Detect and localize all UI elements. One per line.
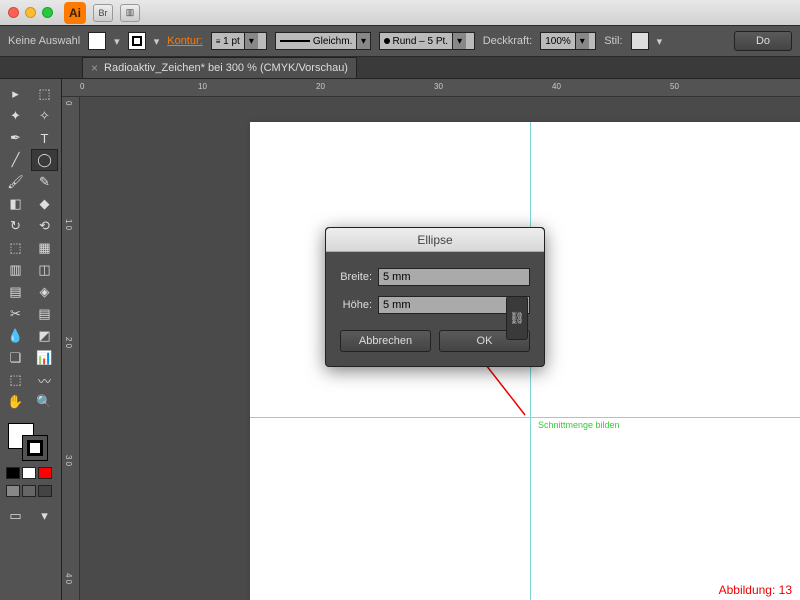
- color-picker[interactable]: [2, 421, 59, 463]
- tool-5-0[interactable]: ◧: [2, 193, 29, 215]
- tool-0-0[interactable]: ▸: [2, 83, 29, 105]
- width-input[interactable]: [378, 268, 530, 286]
- guide-horizontal[interactable]: [250, 417, 800, 418]
- tool-13-1[interactable]: 〰: [31, 369, 58, 391]
- tool-8-1[interactable]: ◫: [31, 259, 58, 281]
- tool-7-1[interactable]: ▦: [31, 237, 58, 259]
- screen-mode-b[interactable]: [22, 485, 36, 497]
- brush-dropdown[interactable]: Rund – 5 Pt.▾: [379, 32, 475, 50]
- tab-close-icon[interactable]: ×: [91, 61, 98, 75]
- height-label: Höhe:: [340, 299, 372, 311]
- tool-8-0[interactable]: ▥: [2, 259, 29, 281]
- document-tab-label: Radioaktiv_Zeichen* bei 300 % (CMYK/Vors…: [104, 62, 348, 74]
- tool-4-1[interactable]: ✎: [31, 171, 58, 193]
- dialog-title: Ellipse: [326, 228, 544, 252]
- kontur-label[interactable]: Kontur:: [167, 35, 202, 47]
- ellipse-dialog: Ellipse Breite: Höhe: ⛓ Abbrechen OK: [325, 227, 545, 367]
- stroke-color[interactable]: [22, 435, 48, 461]
- tool-10-0[interactable]: ✂: [2, 303, 29, 325]
- tool-14-1[interactable]: 🔍: [31, 391, 58, 413]
- figure-label: Abbildung: 13: [719, 583, 792, 597]
- selection-status: Keine Auswahl: [8, 35, 80, 47]
- toolbox: ▸⬚✦✧✒T╱◯🖌✎◧◆↻⟲⬚▦▥◫▤◈✂▤💧◩❏📊⬚〰✋🔍 ▭ ▾: [0, 79, 62, 600]
- horizontal-ruler[interactable]: 01020304050: [62, 79, 800, 97]
- main-area: ▸⬚✦✧✒T╱◯🖌✎◧◆↻⟲⬚▦▥◫▤◈✂▤💧◩❏📊⬚〰✋🔍 ▭ ▾ 01020…: [0, 79, 800, 600]
- opacity-dropdown[interactable]: 100%▾: [540, 32, 596, 50]
- document-tab-bar: × Radioaktiv_Zeichen* bei 300 % (CMYK/Vo…: [0, 57, 800, 79]
- intersect-label: Schnittmenge bilden: [538, 420, 620, 430]
- screen-toggle[interactable]: ▭: [2, 505, 29, 527]
- close-icon[interactable]: [8, 7, 19, 18]
- color-mode-row: [2, 465, 59, 481]
- tool-9-0[interactable]: ▤: [2, 281, 29, 303]
- tool-1-0[interactable]: ✦: [2, 105, 29, 127]
- tool-14-0[interactable]: ✋: [2, 391, 29, 413]
- width-label: Breite:: [340, 271, 372, 283]
- vertical-ruler[interactable]: 01 02 03 04 0: [62, 97, 80, 600]
- mini-color-0[interactable]: [6, 467, 20, 479]
- app-logo-icon: Ai: [64, 2, 86, 24]
- tool-1-1[interactable]: ✧: [31, 105, 58, 127]
- tool-4-0[interactable]: 🖌: [2, 171, 29, 193]
- window-titlebar: Ai Br ▥: [0, 0, 800, 25]
- zoom-icon[interactable]: [42, 7, 53, 18]
- link-dimensions-button[interactable]: ⛓: [506, 296, 528, 340]
- canvas[interactable]: Schnittmenge bilden Ellipse Breite: Höhe…: [80, 97, 800, 600]
- tool-13-0[interactable]: ⬚: [2, 369, 29, 391]
- tool-6-1[interactable]: ⟲: [31, 215, 58, 237]
- cancel-button[interactable]: Abbrechen: [340, 330, 431, 352]
- document-tab[interactable]: × Radioaktiv_Zeichen* bei 300 % (CMYK/Vo…: [82, 57, 357, 78]
- tool-11-0[interactable]: 💧: [2, 325, 29, 347]
- bridge-button[interactable]: Br: [93, 4, 113, 22]
- tool-5-1[interactable]: ◆: [31, 193, 58, 215]
- tool-12-1[interactable]: 📊: [31, 347, 58, 369]
- window-controls: [8, 7, 53, 18]
- tool-2-1[interactable]: T: [31, 127, 58, 149]
- fill-swatch[interactable]: [88, 32, 106, 50]
- tool-3-1[interactable]: ◯: [31, 149, 58, 171]
- control-bar: Keine Auswahl ▾ ▾ Kontur: ≡ 1 pt▾ Gleich…: [0, 25, 800, 57]
- screen-mode-c[interactable]: [38, 485, 52, 497]
- tool-2-0[interactable]: ✒: [2, 127, 29, 149]
- tool-9-1[interactable]: ◈: [31, 281, 58, 303]
- stroke-swatch[interactable]: [128, 32, 146, 50]
- work-area: 01020304050 01 02 03 04 0 Schnittmenge b…: [62, 79, 800, 600]
- stil-label: Stil:: [604, 35, 622, 47]
- tool-6-0[interactable]: ↻: [2, 215, 29, 237]
- tool-12-0[interactable]: ❏: [2, 347, 29, 369]
- doc-setup-button[interactable]: Do: [734, 31, 792, 51]
- screen-mode-row: [2, 483, 59, 499]
- screen-mode-a[interactable]: [6, 485, 20, 497]
- minimize-icon[interactable]: [25, 7, 36, 18]
- mini-color-1[interactable]: [22, 467, 36, 479]
- arrange-button[interactable]: ▥: [120, 4, 140, 22]
- tool-0-1[interactable]: ⬚: [31, 83, 58, 105]
- stroke-weight-dropdown[interactable]: ≡ 1 pt▾: [211, 32, 267, 50]
- tool-3-0[interactable]: ╱: [2, 149, 29, 171]
- deckkraft-label: Deckkraft:: [483, 35, 533, 47]
- mini-color-2[interactable]: [38, 467, 52, 479]
- screen-toggle-b[interactable]: ▾: [31, 505, 58, 527]
- stroke-profile-dropdown[interactable]: Gleichm.▾: [275, 32, 371, 50]
- style-swatch[interactable]: [631, 32, 649, 50]
- tool-7-0[interactable]: ⬚: [2, 237, 29, 259]
- tool-10-1[interactable]: ▤: [31, 303, 58, 325]
- tool-11-1[interactable]: ◩: [31, 325, 58, 347]
